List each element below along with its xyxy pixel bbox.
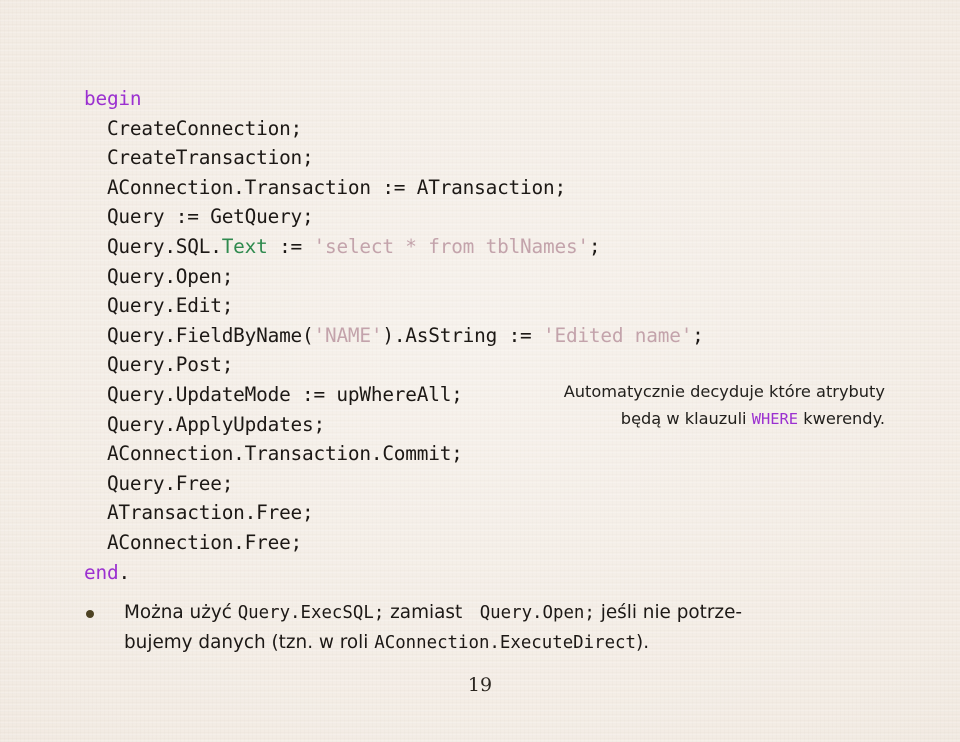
bullet-code-fragment: AConnection.ExecuteDirect [374,633,637,653]
code-token-prop: Text [221,234,268,258]
code-line: Query.FieldByName('NAME').AsString := 'E… [84,321,704,351]
code-token-plain: Query.Post; [106,353,234,377]
code-token-plain: AConnection.Free; [106,530,303,554]
code-token-plain: := [267,234,314,258]
code-token-plain: CreateConnection; [106,116,303,140]
code-line: end. [84,558,704,588]
code-line: AConnection.Transaction := ATransaction; [84,173,704,203]
code-token-plain: Query.ApplyUpdates; [106,412,325,436]
page-number: 19 [467,674,493,696]
code-listing: begin CreateConnection; CreateTransactio… [84,84,704,587]
code-token-kw: end [84,560,119,584]
code-token-plain: ).AsString := [382,323,543,347]
bullet-prose-fragment: ). [636,632,650,653]
code-token-plain: Query := GetQuery; [106,205,314,229]
code-line: CreateTransaction; [84,143,704,173]
code-token-plain: Query.Free; [106,471,234,495]
code-token-plain: Query.UpdateMode := upWhereAll; [106,382,463,406]
bullet-prose-fragment: zamiast [384,602,480,623]
code-token-plain: . [118,560,130,584]
code-token-str: 'NAME' [313,323,383,347]
side-annotation: Automatycznie decyduje które atrybuty bę… [525,379,885,432]
bullet-code-fragment: Query.Open; [479,603,595,623]
code-line: Query.Free; [84,469,704,499]
annotation-line-2-before: będą w klauzuli [620,408,752,428]
code-line: AConnection.Transaction.Commit; [84,439,704,469]
code-line: Query.SQL.Text := 'select * from tblName… [84,232,704,262]
code-token-plain: CreateTransaction; [106,146,314,170]
code-line: ATransaction.Free; [84,498,704,528]
code-token-str: 'Edited name' [543,323,693,347]
code-token-plain: Query.FieldByName( [106,323,314,347]
code-line: begin [84,84,704,114]
bullet-code-fragment: Query.ExecSQL; [237,603,385,623]
slide-canvas: begin CreateConnection; CreateTransactio… [0,0,960,742]
bullet-prose-fragment: Można użyć [124,602,238,623]
annotation-line-2-after: kwerendy. [798,408,885,428]
code-line: AConnection.Free; [84,528,704,558]
code-token-plain: AConnection.Transaction := ATransaction; [106,175,566,199]
code-token-plain: ; [692,323,704,347]
code-token-plain: ; [588,234,601,258]
code-token-plain: Query.Edit; [106,294,234,318]
code-line: Query := GetQuery; [84,202,704,232]
code-token-kw: begin [84,87,142,110]
annotation-line-2: będą w klauzuli WHERE kwerendy. [525,406,885,433]
bullet-point-icon [86,610,94,618]
code-line: Query.Open; [84,262,704,292]
code-line: CreateConnection; [84,114,704,144]
code-token-plain: AConnection.Transaction.Commit; [106,442,463,466]
code-token-plain: Query.SQL. [106,234,222,258]
code-token-plain: Query.Open; [106,264,234,288]
bullet-item-text: Można użyć Query.ExecSQL; zamiast Query.… [124,598,886,658]
bullet-list-item: Można użyć Query.ExecSQL; zamiast Query.… [86,598,886,658]
annotation-where-keyword: WHERE [751,409,799,428]
code-token-str: 'select * from tblNames' [313,234,590,258]
code-line: Query.Post; [84,350,704,380]
code-line: Query.Edit; [84,291,704,321]
annotation-line-1: Automatycznie decyduje które atrybuty [563,382,885,401]
code-token-plain: ATransaction.Free; [106,501,314,525]
